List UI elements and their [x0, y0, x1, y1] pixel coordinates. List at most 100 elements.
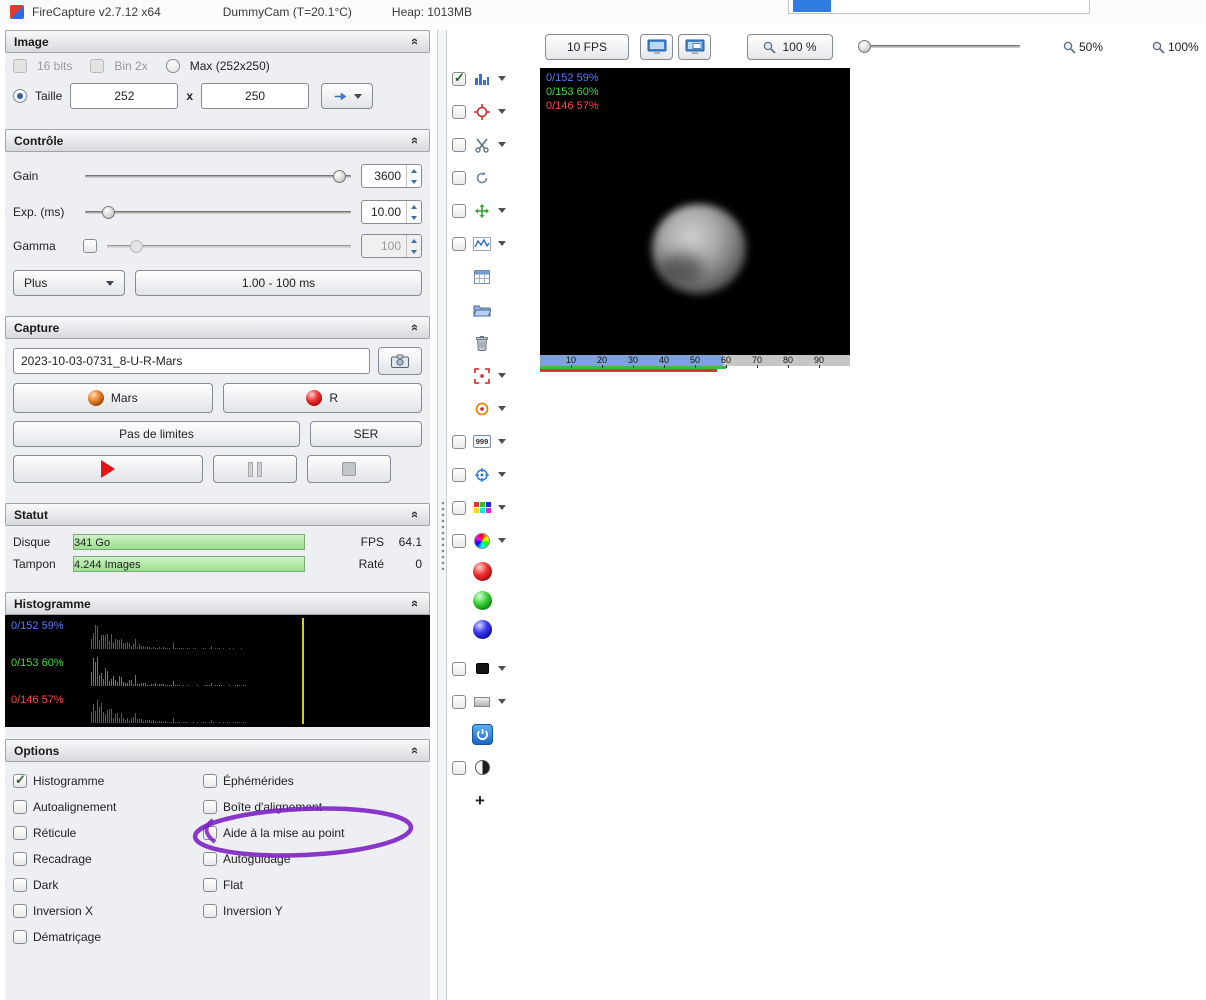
waveform-icon[interactable] — [471, 234, 493, 254]
gain-slider-knob[interactable] — [332, 169, 346, 183]
gain-spinner[interactable]: 3600 — [361, 164, 422, 188]
spin-down-icon[interactable] — [407, 176, 421, 187]
chevron-down-icon[interactable] — [498, 373, 506, 378]
target-blue-icon[interactable] — [471, 465, 493, 485]
filename-field[interactable]: 2023-10-03-0731_8-U-R-Mars — [13, 348, 370, 374]
option-inversion-y[interactable]: Inversion Y — [203, 898, 344, 924]
tool-roi-target[interactable] — [452, 359, 528, 392]
spin-up-icon[interactable] — [407, 201, 421, 212]
gamma-value[interactable]: 100 — [362, 235, 406, 257]
zoom-button[interactable]: 100 % — [747, 34, 833, 60]
format-button[interactable]: SER — [310, 421, 422, 447]
chevron-down-icon[interactable] — [498, 439, 506, 444]
gain-slider[interactable] — [83, 169, 353, 184]
camera-preview[interactable]: 0/152 59% 0/153 60% 0/146 57% — [540, 68, 850, 355]
chevron-down-icon[interactable] — [498, 666, 506, 671]
chevron-down-icon[interactable] — [498, 241, 506, 246]
spin-up-icon[interactable] — [407, 165, 421, 176]
color-wheel-icon[interactable] — [471, 531, 493, 551]
chevron-down-icon[interactable] — [498, 109, 506, 114]
plus-dropdown-button[interactable]: Plus — [13, 270, 125, 296]
tool-channel-red[interactable] — [452, 557, 528, 586]
image-section-header[interactable]: Image — [5, 30, 430, 53]
option-ephemerides[interactable]: Éphémérides — [203, 768, 344, 794]
histogramme-section-header[interactable]: Histogramme — [5, 592, 430, 615]
panel-splitter[interactable] — [437, 30, 447, 1000]
option-checkbox[interactable] — [203, 904, 217, 918]
option-checkbox[interactable] — [13, 904, 27, 918]
bin2x-checkbox[interactable] — [90, 59, 105, 73]
option-dematricage[interactable]: Dématriçage — [13, 924, 203, 950]
bits16-checkbox[interactable] — [13, 59, 27, 73]
option-checkbox[interactable] — [203, 852, 217, 866]
spin-down-icon[interactable] — [407, 246, 421, 257]
tool-power[interactable] — [452, 718, 528, 751]
move-icon[interactable] — [471, 201, 493, 221]
spin-down-icon[interactable] — [407, 212, 421, 223]
crosshair-icon[interactable] — [471, 102, 493, 122]
tool-delete[interactable] — [452, 326, 528, 359]
table-icon[interactable] — [471, 267, 493, 287]
tool-crop[interactable] — [452, 128, 528, 161]
spin-up-icon[interactable] — [407, 235, 421, 246]
plus-icon[interactable]: + — [471, 791, 485, 811]
chevron-down-icon[interactable] — [498, 406, 506, 411]
gamma-slider[interactable] — [105, 239, 353, 254]
blue-sphere-icon[interactable] — [471, 620, 493, 640]
tool-channel-blue[interactable] — [452, 615, 528, 644]
taille-radio[interactable] — [13, 89, 27, 103]
zoom-slider[interactable] — [856, 39, 1022, 54]
tool-graph[interactable] — [452, 227, 528, 260]
black-square-icon[interactable] — [471, 659, 493, 679]
chevron-down-icon[interactable] — [498, 142, 506, 147]
apply-size-button[interactable] — [321, 83, 374, 109]
power-icon[interactable] — [471, 724, 493, 745]
option-autoalignement[interactable]: Autoalignement — [13, 794, 203, 820]
tool-frame-counter[interactable]: 999 — [452, 425, 528, 458]
tool-contrast[interactable] — [452, 751, 528, 784]
rgb-grid-icon[interactable] — [471, 498, 493, 518]
tool-checkbox[interactable] — [452, 203, 466, 218]
option-histogramme[interactable]: Histogramme — [13, 768, 203, 794]
tool-center-target[interactable] — [452, 392, 528, 425]
option-inversion-x[interactable]: Inversion X — [13, 898, 203, 924]
option-aide-mise-au-point[interactable]: Aide à la mise au point — [203, 820, 344, 846]
option-dark[interactable]: Dark — [13, 872, 203, 898]
tool-debayer[interactable] — [452, 491, 528, 524]
exp-spinner[interactable]: 10.00 — [361, 200, 422, 224]
zoom-out-preset[interactable]: 50% — [1063, 40, 1103, 54]
collapse-icon[interactable] — [407, 133, 421, 148]
height-field[interactable]: 250 — [201, 83, 310, 109]
max-radio[interactable] — [165, 59, 180, 73]
option-checkbox[interactable] — [203, 800, 217, 814]
option-checkbox[interactable] — [13, 930, 27, 944]
gamma-checkbox[interactable] — [83, 239, 97, 253]
option-checkbox[interactable] — [13, 852, 27, 866]
gray-rect-icon[interactable] — [471, 692, 493, 712]
folder-icon[interactable] — [471, 300, 493, 320]
exp-slider-knob[interactable] — [101, 205, 115, 219]
limit-button[interactable]: Pas de limites — [13, 421, 300, 447]
green-sphere-icon[interactable] — [471, 591, 493, 611]
options-section-header[interactable]: Options — [5, 739, 430, 762]
tool-checkbox[interactable] — [452, 104, 466, 119]
tool-checkbox[interactable] — [452, 500, 466, 515]
tool-checkbox[interactable] — [452, 137, 466, 152]
snapshot-button[interactable] — [378, 347, 422, 375]
tool-histogram[interactable] — [452, 62, 528, 95]
tool-open-folder[interactable] — [452, 293, 528, 326]
fps-button[interactable]: 10 FPS — [545, 34, 629, 60]
exp-value[interactable]: 10.00 — [362, 201, 406, 223]
chevron-down-icon[interactable] — [498, 472, 506, 477]
contrast-icon[interactable] — [471, 758, 493, 778]
option-checkbox[interactable] — [13, 878, 27, 892]
tool-checkbox[interactable] — [452, 760, 466, 775]
collapse-icon[interactable] — [407, 34, 421, 49]
rotate-icon[interactable] — [471, 168, 493, 188]
tool-checkbox[interactable] — [452, 434, 466, 449]
option-boite-alignement[interactable]: Boîte d'alignement — [203, 794, 344, 820]
tool-checkbox[interactable] — [452, 170, 466, 185]
counter-999-icon[interactable]: 999 — [471, 432, 493, 452]
collapse-icon[interactable] — [407, 596, 421, 611]
exp-slider[interactable] — [83, 205, 353, 220]
